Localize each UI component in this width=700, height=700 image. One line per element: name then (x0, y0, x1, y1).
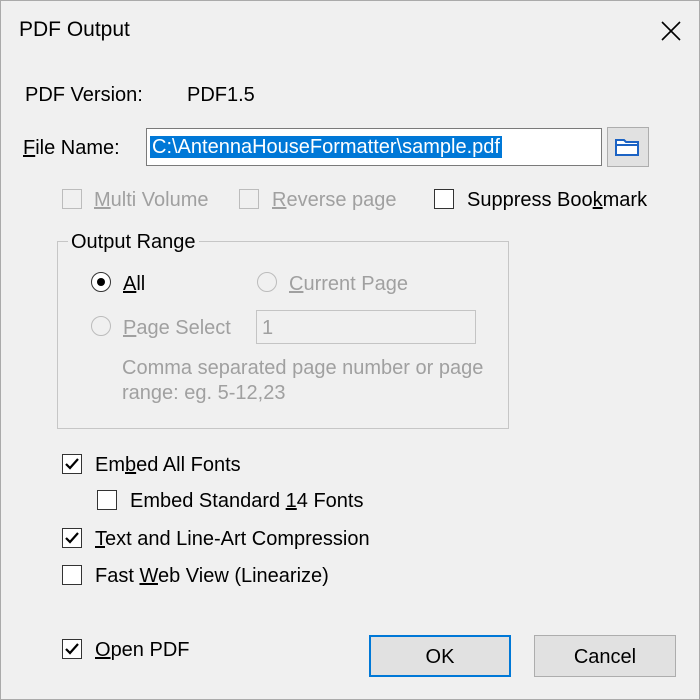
page-select-radio[interactable] (91, 316, 111, 336)
compression-checkbox[interactable] (62, 528, 82, 548)
page-select-value: 1 (262, 317, 274, 339)
page-select-input[interactable]: 1 (256, 310, 476, 344)
title-bar: PDF Output (1, 1, 699, 61)
cancel-button[interactable]: Cancel (534, 635, 676, 677)
close-button[interactable] (649, 9, 693, 53)
radio-dot (97, 278, 105, 286)
fast-web-view-label: Fast Web View (Linearize) (95, 565, 329, 587)
all-label: All (123, 273, 146, 295)
reverse-page-checkbox[interactable] (239, 189, 259, 209)
dialog-title: PDF Output (19, 18, 130, 41)
pdf-version-label: PDF Version: (25, 84, 143, 106)
close-icon (661, 21, 681, 41)
suppress-bookmark-checkbox[interactable] (434, 189, 454, 209)
multi-volume-checkbox[interactable] (62, 189, 82, 209)
all-radio[interactable] (91, 272, 111, 292)
fast-web-view-checkbox[interactable] (62, 565, 82, 585)
compression-label: Text and Line-Art Compression (95, 528, 370, 550)
page-select-label: Page Select (123, 317, 231, 339)
ok-button-label: OK (425, 646, 455, 668)
folder-icon (615, 139, 639, 156)
pdf-version-value: PDF1.5 (187, 84, 255, 106)
page-range-hint-line2: range: eg. 5-12,23 (122, 382, 286, 404)
reverse-page-label: Reverse page (272, 189, 397, 211)
embed-all-fonts-label: Embed All Fonts (95, 454, 241, 476)
checkmark-icon (65, 458, 79, 470)
current-page-label: Current Page (289, 273, 408, 295)
suppress-bookmark-label: Suppress Bookmark (467, 189, 648, 211)
browse-button[interactable] (607, 127, 649, 167)
cancel-button-label: Cancel (573, 646, 637, 668)
embed-all-fonts-checkbox[interactable] (62, 454, 82, 474)
embed-standard-fonts-checkbox[interactable] (97, 490, 117, 510)
file-name-value: C:\AntennaHouseFormatter\sample.pdf (150, 136, 502, 158)
open-pdf-label: Open PDF (95, 639, 190, 661)
pdf-output-dialog: PDF Output PDF Version: PDF1.5 File Name… (0, 0, 700, 700)
ok-button[interactable]: OK (369, 635, 511, 677)
open-pdf-checkbox[interactable] (62, 639, 82, 659)
file-name-input[interactable]: C:\AntennaHouseFormatter\sample.pdf (146, 128, 602, 166)
multi-volume-label: Multi Volume (94, 189, 209, 211)
checkmark-icon (65, 532, 79, 544)
checkmark-icon (65, 643, 79, 655)
embed-standard-fonts-label: Embed Standard 14 Fonts (130, 490, 364, 512)
file-name-label: File Name: (23, 137, 120, 159)
page-range-hint-line1: Comma separated page number or page (122, 357, 484, 379)
current-page-radio[interactable] (257, 272, 277, 292)
output-range-legend: Output Range (68, 232, 199, 252)
